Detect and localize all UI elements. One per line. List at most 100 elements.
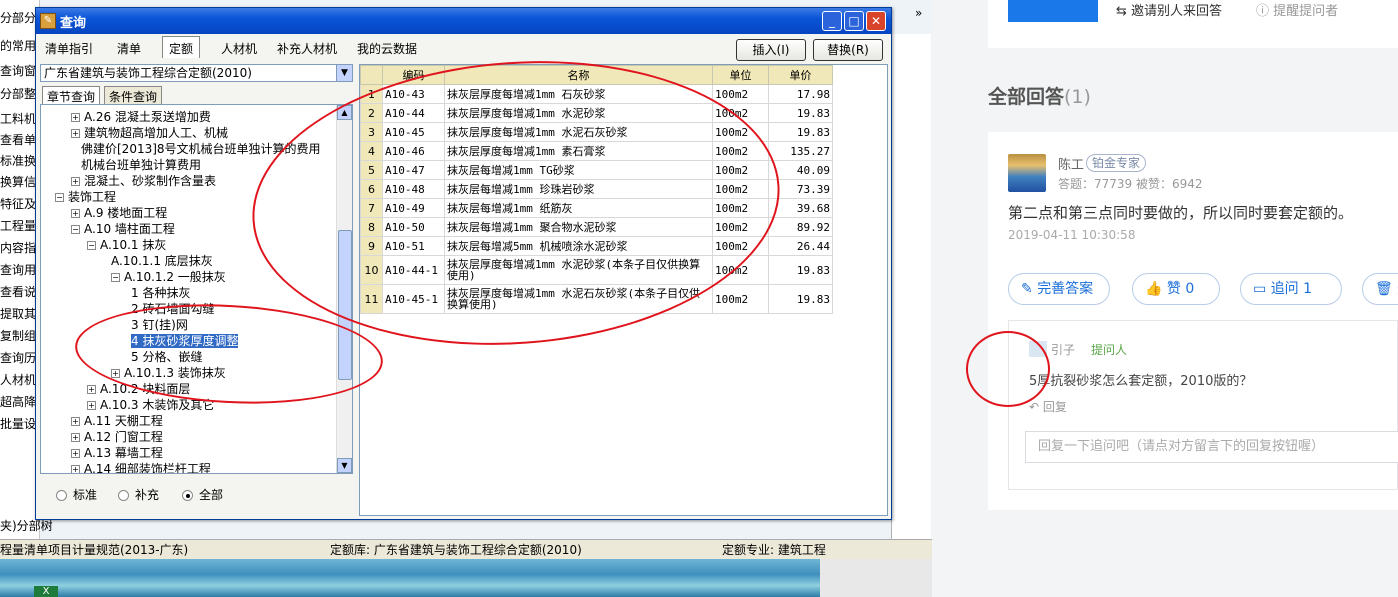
quota-library-select[interactable]: 广东省建筑与装饰工程综合定额(2010) ▼ bbox=[40, 64, 353, 82]
complete-answer-button[interactable]: ✎ 完善答案 bbox=[1008, 273, 1110, 305]
avatar[interactable] bbox=[1008, 154, 1046, 192]
scroll-up-icon[interactable]: ▲ bbox=[337, 105, 352, 120]
tree-node[interactable]: 2 砖石墙面勾缝 bbox=[131, 301, 214, 317]
filter-radio[interactable]: 补充 bbox=[118, 486, 159, 503]
tab-0[interactable]: 清单指引 bbox=[38, 36, 100, 58]
table-row[interactable]: 2 A10-44 抹灰层厚度每增减1mm 水泥砂浆 100m2 19.83 bbox=[360, 103, 833, 123]
table-row[interactable]: 6 A10-48 抹灰层每增减1mm 珍珠岩砂浆 100m2 73.39 bbox=[360, 179, 833, 199]
tree-node[interactable]: − 装饰工程 bbox=[55, 189, 116, 205]
collapse-icon[interactable]: − bbox=[71, 225, 80, 234]
tree-node[interactable]: 4 抹灰砂浆厚度调整 bbox=[131, 333, 239, 349]
tree-node[interactable]: A.10.1.1 底层抹灰 bbox=[111, 253, 213, 269]
tab-3[interactable]: 人材机 bbox=[214, 36, 264, 58]
column-header-name[interactable]: 名称 bbox=[444, 65, 713, 85]
background-side-item[interactable]: 查看单 bbox=[0, 132, 40, 148]
background-side-item[interactable]: 工程量 bbox=[0, 218, 40, 234]
tree-node[interactable]: + 混凝土、砂浆制作含量表 bbox=[71, 173, 216, 189]
background-side-item[interactable]: 换算信 bbox=[0, 174, 40, 190]
table-row[interactable]: 11 A10-45-1 抹灰层厚度每增减1mm 水泥石灰砂浆(本条子目仅供换算使用)… bbox=[360, 284, 833, 314]
tree-node[interactable]: 5 分格、嵌缝 bbox=[131, 349, 202, 365]
dialog-titlebar[interactable]: ✎ 查询 _ □ ✕ bbox=[36, 8, 891, 34]
column-header-price[interactable]: 单价 bbox=[768, 65, 833, 85]
background-side-item[interactable]: 标准换 bbox=[0, 153, 40, 169]
scroll-thumb[interactable] bbox=[338, 230, 352, 380]
scroll-down-icon[interactable]: ▼ bbox=[337, 458, 352, 473]
table-row[interactable]: 8 A10-50 抹灰层每增减1mm 聚合物水泥砂浆 100m2 89.92 bbox=[360, 217, 833, 237]
background-side-item[interactable]: 查询窗 bbox=[0, 63, 40, 79]
background-side-item[interactable]: 超高降 bbox=[0, 394, 40, 410]
expand-icon[interactable]: + bbox=[71, 449, 80, 458]
invite-link[interactable]: ⇆ 邀请别人来回答 bbox=[1116, 0, 1222, 19]
radio-icon[interactable] bbox=[182, 490, 193, 501]
like-button[interactable]: 👍 赞 0 bbox=[1132, 273, 1220, 305]
background-side-item[interactable]: 查询历 bbox=[0, 350, 40, 366]
replace-button[interactable]: 替换(R) bbox=[813, 39, 883, 61]
expand-icon[interactable]: + bbox=[71, 417, 80, 426]
minimize-button[interactable]: _ bbox=[822, 11, 842, 31]
author-name[interactable]: 陈工 bbox=[1058, 154, 1084, 173]
background-side-item[interactable]: 特征及 bbox=[0, 196, 40, 212]
remind-link[interactable]: ⓘ 提醒提问者 bbox=[1256, 0, 1338, 19]
chevron-down-icon[interactable]: ▼ bbox=[336, 65, 352, 81]
tree-node[interactable]: 佛建价[2013]8号文机械台班单独计算的费用 bbox=[81, 141, 321, 157]
collapse-icon[interactable]: − bbox=[55, 193, 64, 202]
expand-icon[interactable]: + bbox=[71, 177, 80, 186]
tab-4[interactable]: 补充人材机 bbox=[270, 36, 344, 58]
tree-scrollbar[interactable]: ▲ ▼ bbox=[336, 105, 352, 473]
tab-1[interactable]: 清单 bbox=[110, 36, 148, 58]
followup-author[interactable]: 引子 bbox=[1051, 341, 1075, 358]
table-row[interactable]: 4 A10-46 抹灰层厚度每增减1mm 素石膏浆 100m2 135.27 bbox=[360, 141, 833, 161]
collapse-icon[interactable]: − bbox=[87, 241, 96, 250]
expand-icon[interactable]: + bbox=[71, 433, 80, 442]
filter-radio[interactable]: 全部 bbox=[182, 486, 223, 503]
expand-icon[interactable]: + bbox=[87, 385, 96, 394]
table-row[interactable]: 10 A10-44-1 抹灰层厚度每增减1mm 水泥砂浆(本条子目仅供换算使用) 10… bbox=[360, 255, 833, 285]
tab-chapter-query[interactable]: 章节查询 bbox=[42, 86, 101, 104]
reply-input[interactable]: 回复一下追问吧（请点对方留言下的回复按钮喔） bbox=[1025, 431, 1398, 463]
expand-icon[interactable]: + bbox=[71, 465, 80, 473]
tree-node[interactable]: 3 钉(挂)网 bbox=[131, 317, 188, 333]
close-button[interactable]: ✕ bbox=[866, 11, 886, 31]
tree-node[interactable]: + A.12 门窗工程 bbox=[71, 429, 163, 445]
expand-icon[interactable]: + bbox=[71, 209, 80, 218]
tab-5[interactable]: 我的云数据 bbox=[350, 36, 424, 58]
background-side-item[interactable]: 批量设 bbox=[0, 416, 40, 432]
tree-node[interactable]: − A.10.1 抹灰 bbox=[87, 237, 166, 253]
filter-radio[interactable]: 标准 bbox=[56, 486, 97, 503]
tree-node[interactable]: + A.10.2 块料面层 bbox=[87, 381, 190, 397]
background-side-item[interactable]: 人材机 bbox=[0, 372, 40, 388]
table-row[interactable]: 1 A10-43 抹灰层厚度每增减1mm 石灰砂浆 100m2 17.98 bbox=[360, 84, 833, 104]
expand-icon[interactable]: + bbox=[111, 369, 120, 378]
tree-node[interactable]: + A.10.3 木装饰及其它 bbox=[87, 397, 214, 413]
followup-button[interactable]: ▭ 追问 1 bbox=[1240, 273, 1342, 305]
overflow-arrow-icon[interactable]: » bbox=[915, 6, 922, 20]
background-side-item[interactable]: 提取其 bbox=[0, 306, 40, 322]
background-side-item[interactable]: 复制组 bbox=[0, 328, 40, 344]
chapter-tree[interactable]: + A.26 混凝土泵送增加费 + 建筑物超高增加人工、机械 佛建价[2013]8号文机… bbox=[40, 104, 353, 474]
table-row[interactable]: 9 A10-51 抹灰层每增减5mm 机械喷涂水泥砂浆 100m2 26.44 bbox=[360, 236, 833, 256]
expand-icon[interactable]: + bbox=[87, 401, 96, 410]
background-tab[interactable]: 分部分 bbox=[0, 10, 40, 26]
tree-node[interactable]: + A.11 天棚工程 bbox=[71, 413, 163, 429]
background-side-item[interactable]: 分部整 bbox=[0, 86, 40, 102]
radio-icon[interactable] bbox=[56, 490, 67, 501]
tree-node[interactable]: + 建筑物超高增加人工、机械 bbox=[71, 125, 228, 141]
insert-button[interactable]: 插入(I) bbox=[736, 39, 806, 61]
tab-condition-query[interactable]: 条件查询 bbox=[104, 86, 163, 104]
tab-2[interactable]: 定额 bbox=[162, 36, 201, 58]
tree-node[interactable]: + A.9 楼地面工程 bbox=[71, 205, 167, 221]
quota-grid[interactable]: 编码 名称 单位 单价 1 A10-43 抹灰层厚度每增减1mm 石灰砂浆 100m2… bbox=[359, 64, 888, 516]
tree-node[interactable]: − A.10 墙柱面工程 bbox=[71, 221, 175, 237]
table-row[interactable]: 3 A10-45 抹灰层厚度每增减1mm 水泥石灰砂浆 100m2 19.83 bbox=[360, 122, 833, 142]
excel-icon[interactable]: X bbox=[34, 586, 58, 597]
background-side-item[interactable]: 的常用 bbox=[0, 38, 40, 54]
collapse-icon[interactable]: − bbox=[111, 273, 120, 282]
background-side-item[interactable]: 查看说 bbox=[0, 284, 40, 300]
tree-node[interactable]: + A.26 混凝土泵送增加费 bbox=[71, 109, 211, 125]
table-row[interactable]: 5 A10-47 抹灰层每增减1mm TG砂浆 100m2 40.09 bbox=[360, 160, 833, 180]
radio-icon[interactable] bbox=[118, 490, 129, 501]
column-header-unit[interactable]: 单位 bbox=[712, 65, 769, 85]
column-header-code[interactable]: 编码 bbox=[382, 65, 445, 85]
background-side-item[interactable]: 内容指 bbox=[0, 240, 40, 256]
tree-node[interactable]: − A.10.1.2 一般抹灰 bbox=[111, 269, 226, 285]
